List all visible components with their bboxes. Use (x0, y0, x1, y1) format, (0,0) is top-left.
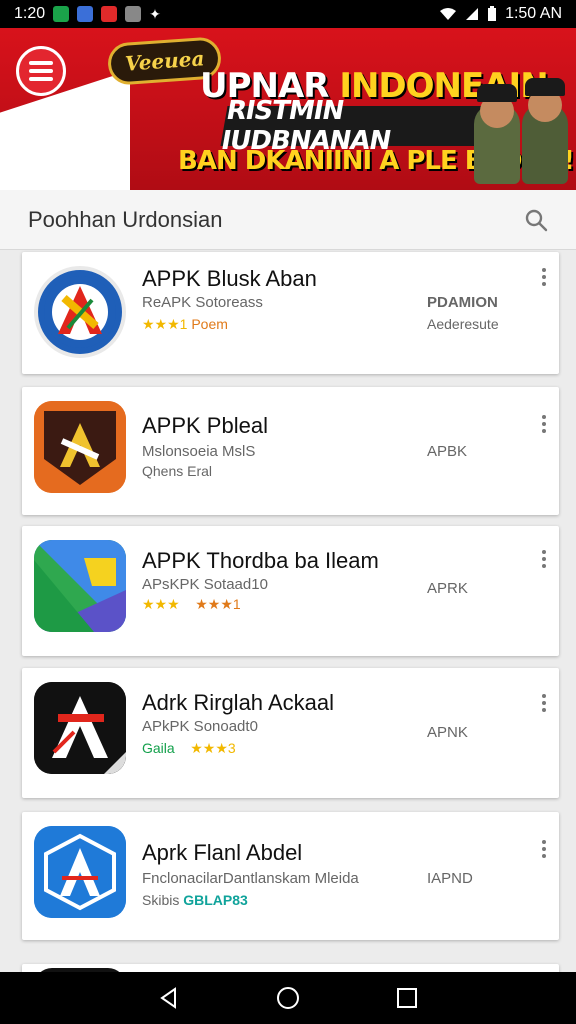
app-subtitle: APsKPK Sotaad10 (142, 576, 268, 593)
app-card[interactable]: APPK Pbleal Mslonsoeia MslS Qhens Eral A… (22, 387, 559, 515)
search-bar[interactable]: Poohhan Urdonsian (0, 190, 576, 250)
app-meta: ★★★ ★★★1 (142, 596, 241, 613)
app-card[interactable]: Adrk Rirglah Ackaal APkPK Sonoadt0 Gaila… (22, 668, 559, 798)
camera-notification-icon (125, 6, 142, 22)
app-code-tag: GBLAP83 (183, 892, 248, 908)
app-name: APPK Blusk Aban (142, 266, 317, 291)
app-icon-flanl-abdel (34, 826, 126, 918)
app-status-label: PDAMION (427, 294, 498, 311)
search-icon[interactable] (524, 208, 548, 232)
signal-icon (466, 8, 479, 20)
app-status-label: APNK (427, 724, 468, 741)
status-left: 1:20 ✦ (14, 5, 161, 23)
app-subtitle: Mslonsoeia MslS (142, 443, 256, 460)
app-icon-thordba (34, 540, 126, 632)
app-card[interactable]: Aprk Flanl Abdel FnclonacilarDantlanskam… (22, 812, 559, 940)
search-query-text[interactable]: Poohhan Urdonsian (28, 207, 222, 233)
rating-stars: ★★★3 (190, 740, 236, 756)
app-tag: Skibis (142, 892, 180, 908)
brand-logo-icon (16, 46, 66, 96)
app-tag: Poem (191, 316, 228, 332)
app-status-label: APRK (427, 580, 468, 597)
app-subtitle: APkPK Sonoadt0 (142, 718, 258, 735)
more-options-icon[interactable] (541, 268, 547, 286)
recents-icon[interactable] (395, 986, 419, 1010)
rating-stars: ★★★1 (142, 316, 188, 332)
image-notification-icon (77, 6, 94, 22)
app-meta: Gaila ★★★3 (142, 740, 236, 757)
app-name: APPK Thordba ba Ileam (142, 548, 379, 573)
app-meta: ★★★1 Poem (142, 316, 228, 333)
settings-notification-icon: ✦ (149, 5, 161, 22)
flag-wave-decoration (0, 70, 130, 190)
banner-ribbon: RISTMIN IUDBNANAN (219, 96, 488, 156)
app-subtitle: ReAPK Sotoreass (142, 294, 263, 311)
more-options-icon[interactable] (541, 840, 547, 858)
more-options-icon[interactable] (541, 550, 547, 568)
wifi-icon (440, 8, 457, 20)
app-icon-blusk-aban (34, 266, 126, 358)
app-name: APPK Pbleal (142, 413, 268, 438)
banner-people-illustration (474, 64, 570, 184)
app-icon-rirglah (34, 682, 126, 774)
app-name: Adrk Rirglah Ackaal (142, 690, 334, 715)
rating-stars: ★★★ (142, 596, 180, 612)
app-tag: Gaila (142, 740, 175, 756)
app-notification-icon (53, 6, 70, 22)
app-status-label: IAPND (427, 870, 473, 887)
rating-stars-secondary: ★★★1 (195, 596, 241, 612)
app-name: Aprk Flanl Abdel (142, 840, 303, 865)
alert-notification-icon (101, 6, 118, 22)
status-right: 1:50 AN (439, 5, 562, 23)
app-developer-label: Aederesute (427, 316, 499, 332)
app-card[interactable]: APPK Thordba ba Ileam APsKPK Sotaad10 ★★… (22, 526, 559, 656)
status-bar: 1:20 ✦ 1:50 AN (0, 0, 576, 28)
app-icon-pbleal (34, 401, 126, 493)
more-options-icon[interactable] (541, 694, 547, 712)
app-meta: Qhens Eral (142, 463, 213, 479)
app-meta: Skibis GBLAP83 (142, 892, 248, 908)
battery-icon (488, 6, 497, 21)
more-options-icon[interactable] (541, 415, 547, 433)
app-subtitle: FnclonacilarDantlanskam Mleida (142, 870, 359, 887)
app-card[interactable]: APPK Blusk Aban ReAPK Sotoreass ★★★1 Poe… (22, 252, 559, 374)
promo-banner[interactable]: Veeuea UPNAR INDONEAIN RISTMIN IUDBNANAN… (0, 28, 576, 190)
home-icon[interactable] (276, 986, 300, 1010)
app-status-label: APBK (427, 443, 468, 460)
navigation-bar (0, 972, 576, 1024)
back-icon[interactable] (157, 986, 181, 1010)
clock-right: 1:50 AN (505, 5, 562, 22)
clock-left: 1:20 (14, 5, 46, 22)
